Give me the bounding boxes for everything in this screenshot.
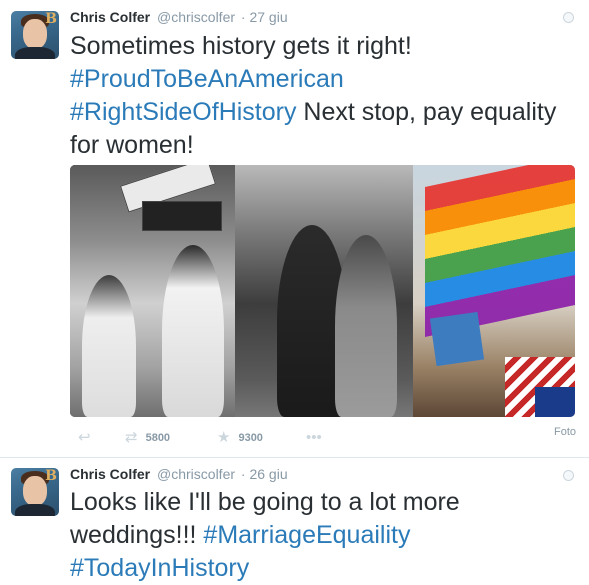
protest-sign [142,201,222,231]
rainbow-flag [425,165,575,337]
photo-panel-suffragettes [70,165,235,417]
tweet[interactable]: B Chris Colfer @chriscolfer · 26 giu Loo… [0,458,589,585]
star-icon: ★ [217,429,231,446]
tweet[interactable]: B Chris Colfer @chriscolfer · 27 giu Som… [0,0,589,458]
hashtag-link[interactable]: #ProudToBeAnAmerican [70,65,344,93]
retweet-button[interactable]: ⇄ 5800 [125,430,170,446]
retweet-icon: ⇄ [125,429,138,446]
photo-person [82,275,136,417]
more-icon: ••• [306,429,322,446]
avatar-face [23,19,47,49]
tweet-actions: ↩ ⇄ 5800 ★ 9300 ••• [70,430,575,448]
avatar-letter: B [45,468,57,484]
photo-person [162,245,224,417]
favorite-count: 9300 [238,432,263,444]
tweet-text-segment: Sometimes history gets it right! [70,32,412,60]
timestamp[interactable]: · 27 giu [241,9,288,25]
photo-panel-pride [413,165,575,417]
reply-button[interactable]: ↩ [78,430,99,446]
avatar[interactable]: B [11,468,59,516]
us-flag-canton [535,387,575,417]
tweet-header: Chris Colfer @chriscolfer · 26 giu [70,465,288,483]
photo-label[interactable]: Foto [554,426,576,438]
globe-icon [563,12,574,23]
more-button[interactable]: ••• [306,430,330,446]
avatar-body [15,47,55,59]
photo-panel-civil-rights [235,165,413,417]
photo-person [335,235,397,417]
protest-sign [429,311,485,367]
hashtag-link[interactable]: #RightSideOfHistory [70,98,296,126]
fullname[interactable]: Chris Colfer [70,9,150,25]
fullname[interactable]: Chris Colfer [70,466,150,482]
hashtag-link[interactable]: #TodayInHistory [70,554,249,582]
tweet-header: Chris Colfer @chriscolfer · 27 giu [70,8,288,26]
reply-icon: ↩ [78,429,91,446]
avatar-letter: B [45,11,57,27]
avatar-face [23,476,47,506]
retweet-count: 5800 [145,432,171,444]
tweet-photo[interactable] [70,165,575,417]
tweet-text: Looks like I'll be going to a lot more w… [70,486,575,585]
favorite-button[interactable]: ★ 9300 [217,430,263,446]
timestamp[interactable]: · 26 giu [241,466,288,482]
tweet-text: Sometimes history gets it right! #ProudT… [70,30,575,162]
avatar-body [15,504,55,516]
hashtag-link[interactable]: #MarriageEquaility [203,521,410,549]
avatar[interactable]: B [11,11,59,59]
username[interactable]: @chriscolfer [157,9,235,25]
globe-icon [563,470,574,481]
username[interactable]: @chriscolfer [157,466,235,482]
